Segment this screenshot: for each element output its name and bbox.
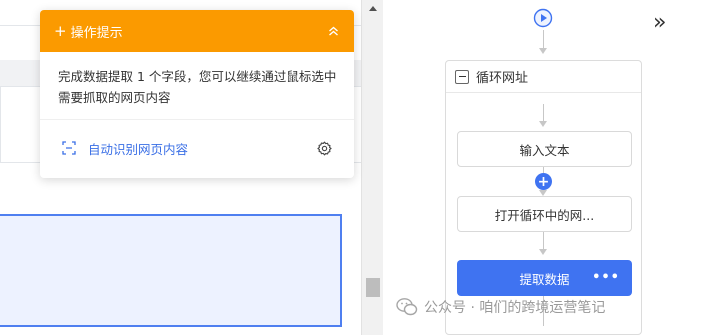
flow-connector <box>543 30 544 50</box>
chevron-up-double-icon[interactable] <box>326 24 340 38</box>
step-input-text[interactable]: 输入文本 <box>457 131 632 167</box>
tip-title: 操作提示 <box>70 25 123 41</box>
step-extract-data[interactable]: 提取数据 ••• <box>457 260 632 296</box>
flow-arrow-icon <box>539 121 547 127</box>
scan-icon[interactable] <box>62 141 76 155</box>
plus-icon: + <box>54 21 67 40</box>
flow-arrow-icon <box>539 249 547 255</box>
tip-footer: 自动识别网页内容 <box>40 120 354 176</box>
tip-message: 完成数据提取 1 个字段，您可以继续通过鼠标选中需要抓取的网页内容 <box>40 52 354 120</box>
add-step-button[interactable]: + <box>535 173 552 190</box>
flow-arrow-icon <box>539 48 547 54</box>
loop-title: 循环网址 <box>476 71 529 86</box>
loop-header[interactable]: 循环网址 <box>446 61 641 93</box>
vertical-scrollbar[interactable] <box>361 0 383 335</box>
flow-connector <box>543 232 544 250</box>
operation-tip-panel: + 操作提示 完成数据提取 1 个字段，您可以继续通过鼠标选中需要抓取的网页内容… <box>40 10 354 178</box>
page-divider <box>0 86 1 162</box>
double-chevron-right-icon[interactable]: » <box>653 12 666 34</box>
watermark: 公众号 · 咱们的跨境运营笔记 <box>396 294 605 320</box>
step-extract-data-label: 提取数据 <box>519 271 570 287</box>
scroll-up-arrow-icon[interactable] <box>369 6 377 11</box>
workflow-panel: » 循环网址 输入文本 + 打开循环中的网... 提取数据 ••• <box>383 0 704 335</box>
wechat-logo-icon <box>396 297 418 317</box>
watermark-text: 公众号 · 咱们的跨境运营笔记 <box>424 300 606 316</box>
auto-detect-link[interactable]: 自动识别网页内容 <box>88 139 317 158</box>
tip-header: + 操作提示 <box>40 10 354 52</box>
minus-box-icon[interactable] <box>455 69 469 84</box>
flow-connector <box>543 104 544 122</box>
play-circle-icon[interactable] <box>533 8 553 28</box>
step-open-loop-page[interactable]: 打开循环中的网... <box>457 196 632 232</box>
more-options-icon[interactable]: ••• <box>592 270 620 285</box>
selected-element-highlight[interactable] <box>0 214 342 327</box>
scrollbar-thumb[interactable] <box>366 278 380 297</box>
gear-icon[interactable] <box>317 141 332 156</box>
